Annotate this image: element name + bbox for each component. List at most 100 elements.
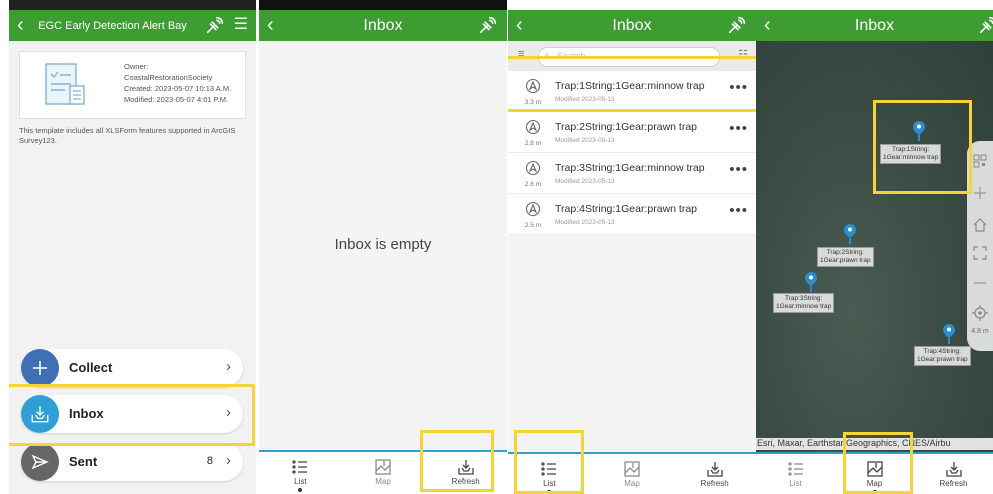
created-date: Created: 2023-05-07 10:13 A.M. <box>124 84 232 93</box>
inbox-body: Inbox is empty <box>259 41 507 494</box>
map-pin-label: Trap:1String: 1Gear:minnow trap <box>880 144 942 164</box>
tab-refresh[interactable]: Refresh <box>673 454 756 494</box>
collect-label: Collect <box>69 360 113 375</box>
inbox-title: Inbox <box>854 16 895 34</box>
sort-icon[interactable]: ≡ <box>518 48 524 60</box>
list-item[interactable]: 3.3 m Trap:1String:1Gear:minnow trap Mod… <box>508 71 756 112</box>
tab-map[interactable]: Map <box>835 454 914 494</box>
fullscreen-icon[interactable] <box>972 245 988 261</box>
chevron-right-icon: › <box>226 452 231 469</box>
map-pin-label: Trap:3String: 1Gear:minnow trap <box>773 293 835 313</box>
inbox-button[interactable]: Inbox › <box>21 395 243 433</box>
map-icon <box>622 459 642 479</box>
item-title: Trap:3String:1Gear:minnow trap <box>555 162 705 174</box>
chevron-right-icon: › <box>226 358 231 375</box>
list-item[interactable]: 2.5 m Trap:4String:1Gear:prawn trap Modi… <box>508 194 756 235</box>
zoom-out-icon[interactable] <box>972 275 988 291</box>
collect-button[interactable]: Collect › <box>21 349 243 387</box>
location-pin-icon <box>525 201 541 217</box>
active-tab-indicator <box>547 490 552 494</box>
search-input[interactable]: ⌕ Search <box>538 47 720 67</box>
plus-icon <box>21 349 59 387</box>
sent-label: Sent <box>69 454 98 469</box>
inbox-title: Inbox <box>612 16 652 34</box>
map-pin-label: Trap:2String: 1Gear:prawn trap <box>817 247 874 267</box>
top-bar: ‹ Inbox <box>259 10 507 41</box>
inbox-list-body: ≡ ⌕ Search ☷ 3.3 m Trap:1String:1Gear:mi… <box>508 41 756 494</box>
tab-list[interactable]: List <box>756 454 835 494</box>
pin-label-line: Trap:4String: <box>923 348 961 355</box>
search-placeholder: Search <box>557 51 586 61</box>
sent-button[interactable]: Sent 8 › <box>21 443 243 481</box>
pin-label-line: 1Gear:minnow trap <box>776 303 832 310</box>
tab-list-label: List <box>294 477 307 486</box>
pin-label-line: Trap:2String: <box>826 249 864 256</box>
home-panel: ‹ EGC Early Detection Alert Bay ☰ Owner:… <box>9 0 256 494</box>
item-title: Trap:4String:1Gear:prawn trap <box>555 203 698 215</box>
inbox-icon <box>21 395 59 433</box>
map-pin-icon[interactable] <box>913 121 925 141</box>
tab-map[interactable]: Map <box>342 452 425 494</box>
survey-description: This template includes all XLSForm featu… <box>19 126 236 145</box>
tab-map-label: Map <box>624 479 640 488</box>
satellite-icon[interactable] <box>977 14 993 36</box>
zoom-in-icon[interactable] <box>972 185 988 201</box>
satellite-icon[interactable] <box>204 14 226 36</box>
survey-metadata: Owner: CoastalRestorationSociety Created… <box>124 61 231 105</box>
top-bar: ‹ Inbox <box>756 10 993 41</box>
location-pin-icon <box>525 78 541 94</box>
bottom-tab-bar: List Map Refresh <box>259 450 507 494</box>
owner-name: CoastalRestorationSociety <box>124 73 213 82</box>
home-icon[interactable] <box>972 217 988 233</box>
map-view[interactable]: Trap:1String: 1Gear:minnow trap Trap:2St… <box>756 41 993 494</box>
inbox-label: Inbox <box>69 406 104 421</box>
tab-list[interactable]: List <box>508 454 591 494</box>
paper-plane-icon <box>21 443 59 481</box>
barcode-icon[interactable]: ☷ <box>738 48 748 61</box>
sent-count-badge: 8 <box>206 455 213 467</box>
item-distance: 3.3 m <box>524 99 542 106</box>
refresh-download-icon <box>705 459 725 479</box>
search-bar: ≡ ⌕ Search ☷ <box>508 41 756 71</box>
tab-refresh-label: Refresh <box>451 477 480 486</box>
locate-icon[interactable] <box>972 305 988 321</box>
top-bar: ‹ EGC Early Detection Alert Bay ☰ <box>9 10 256 41</box>
map-attribution: Esri, Maxar, Earthstar Geographics, CNES… <box>756 438 993 450</box>
map-pin-icon[interactable] <box>844 224 856 244</box>
inbox-list-panel: ‹ Inbox ≡ ⌕ Search ☷ 3.3 m Trap:1String:… <box>508 0 756 494</box>
item-distance: 2.8 m <box>524 140 542 147</box>
top-bar: ‹ Inbox <box>508 10 756 41</box>
more-options-icon[interactable]: ••• <box>729 79 748 96</box>
more-options-icon[interactable]: ••• <box>729 202 748 219</box>
more-options-icon[interactable]: ••• <box>729 120 748 137</box>
refresh-download-icon <box>456 457 476 477</box>
satellite-icon[interactable] <box>477 14 499 36</box>
tab-map[interactable]: Map <box>591 454 674 494</box>
list-item[interactable]: 2.8 m Trap:2String:1Gear:prawn trap Modi… <box>508 112 756 153</box>
map-pin-icon[interactable] <box>805 272 817 292</box>
tab-refresh-label: Refresh <box>700 479 729 488</box>
list-icon <box>786 459 806 479</box>
item-distance: 2.6 m <box>524 181 542 188</box>
map-icon <box>373 457 393 477</box>
refresh-download-icon <box>944 459 964 479</box>
satellite-icon[interactable] <box>726 14 748 36</box>
tab-list[interactable]: List <box>259 452 342 494</box>
location-pin-icon <box>525 160 541 176</box>
tab-list-label: List <box>789 479 802 488</box>
hamburger-menu-icon[interactable]: ☰ <box>234 16 248 34</box>
map-pin-icon[interactable] <box>943 324 955 344</box>
list-icon <box>539 459 559 479</box>
more-options-icon[interactable]: ••• <box>729 161 748 178</box>
tab-refresh[interactable]: Refresh <box>914 454 993 494</box>
inbox-empty-panel: ‹ Inbox Inbox is empty List Map Refresh <box>259 0 507 494</box>
pin-label-line: 1Gear:minnow trap <box>883 154 939 161</box>
item-title: Trap:2String:1Gear:prawn trap <box>555 121 698 133</box>
chevron-right-icon: › <box>226 404 231 421</box>
tab-refresh[interactable]: Refresh <box>424 452 507 494</box>
qr-code-icon[interactable] <box>972 153 988 169</box>
map-controls: 4.8 m <box>967 141 993 351</box>
list-item[interactable]: 2.6 m Trap:3String:1Gear:minnow trap Mod… <box>508 153 756 194</box>
tab-map-label: Map <box>866 479 883 488</box>
modified-date: Modified: 2023-05-07 4:01 P.M. <box>124 95 229 104</box>
